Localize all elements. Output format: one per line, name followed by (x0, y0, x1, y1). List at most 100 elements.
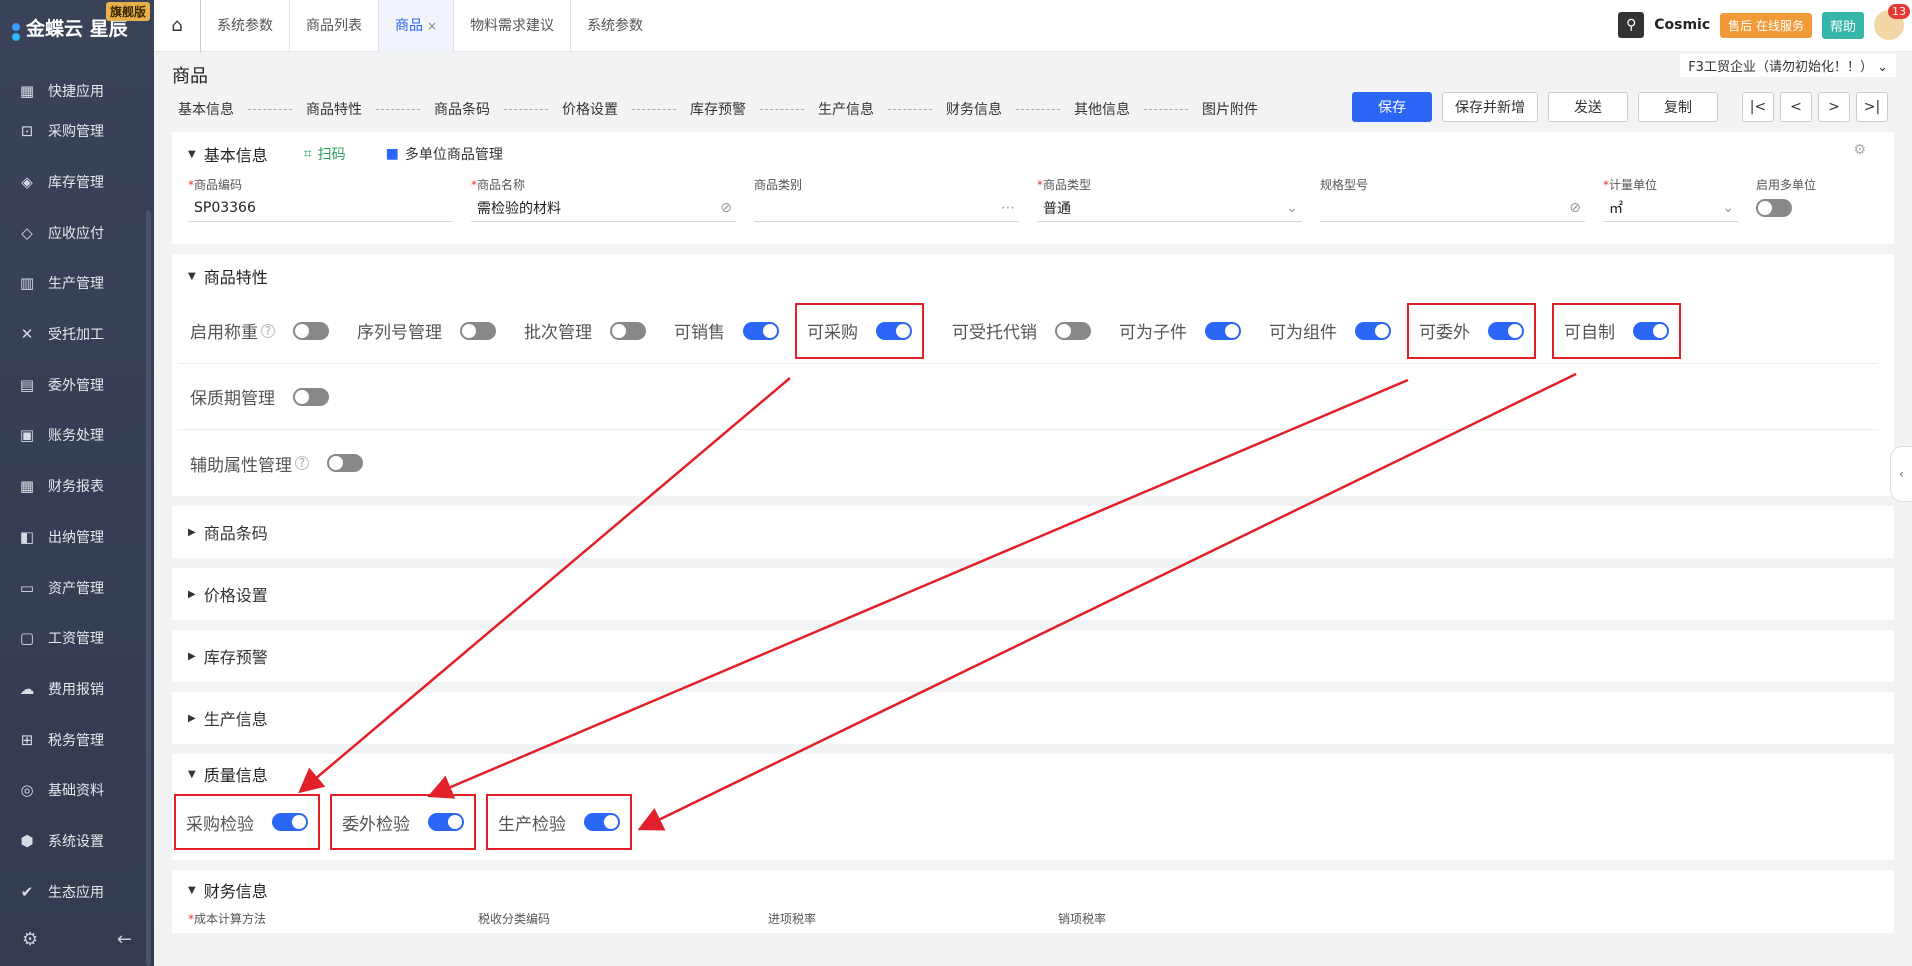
category-input[interactable]: ⋯ (754, 194, 1019, 222)
anchor-link-8[interactable]: 图片附件 (1202, 99, 1258, 119)
finance-field-2[interactable]: 进项税率 (768, 910, 1058, 927)
feature-toggle-6[interactable]: 可为子件 (1107, 303, 1253, 359)
quality-toggle-2[interactable]: 生产检验 (486, 794, 632, 850)
stock-section[interactable]: ▶ 库存预警 (172, 630, 1894, 682)
code-input[interactable]: SP03366 (188, 194, 453, 222)
feature-toggle-7-switch[interactable] (1355, 321, 1391, 340)
settings-icon[interactable]: ⚙ (22, 929, 38, 950)
features-header[interactable]: ▼ 商品特性 (188, 254, 1878, 298)
quality-header[interactable]: ▼ 质量信息 (188, 754, 1878, 794)
aux-attr-switch[interactable] (327, 454, 363, 472)
spec-input[interactable]: ⊘ (1320, 194, 1585, 222)
anchor-link-4[interactable]: 库存预警 (690, 99, 746, 119)
barcode-section[interactable]: ▶ 商品条码 (172, 506, 1894, 558)
anchor-link-0[interactable]: 基本信息 (178, 99, 234, 119)
anchor-link-3[interactable]: 价格设置 (562, 99, 618, 119)
sidebar-item-0[interactable]: ▦ 快捷应用 (0, 76, 154, 106)
feature-toggle-2[interactable]: 批次管理 (512, 303, 658, 359)
feature-toggle-4[interactable]: 可采购 (795, 302, 924, 359)
sidebar-item-11[interactable]: ▢ 工资管理 (0, 613, 154, 664)
aux-attr-toggle[interactable]: 辅助属性管理? (178, 435, 375, 491)
type-select[interactable]: 普通 ⌄ (1037, 194, 1302, 222)
next-record-icon[interactable]: > (1818, 92, 1850, 122)
panel-toggle-icon[interactable]: ‹ (1890, 446, 1912, 502)
avatar[interactable]: 13 (1874, 4, 1910, 40)
feature-toggle-9[interactable]: 可自制 (1552, 302, 1681, 359)
feature-toggle-8[interactable]: 可委外 (1407, 302, 1536, 359)
help-icon[interactable]: ? (261, 323, 275, 338)
quality-toggle-1[interactable]: 委外检验 (330, 794, 476, 850)
tab-1[interactable]: 商品列表 (289, 0, 378, 52)
sidebar-scrollbar[interactable] (146, 210, 151, 966)
save-button[interactable]: 保存 (1352, 92, 1432, 122)
feature-toggle-8-switch[interactable] (1488, 321, 1524, 340)
production-section[interactable]: ▶ 生产信息 (172, 692, 1894, 744)
anchor-link-6[interactable]: 财务信息 (946, 99, 1002, 119)
org-selector[interactable]: F3工贸企业（请勿初始化！！） ⌄ (1680, 54, 1896, 77)
tab-4[interactable]: 系统参数 (570, 0, 659, 52)
shelf-life-switch[interactable] (293, 387, 329, 406)
sidebar-item-8[interactable]: ▦ 财务报表 (0, 461, 154, 512)
sidebar-item-9[interactable]: ◧ 出纳管理 (0, 512, 154, 563)
sidebar-item-1[interactable]: ⊡ 采购管理 (0, 106, 154, 157)
sidebar-item-2[interactable]: ◈ 库存管理 (0, 157, 154, 208)
finance-header[interactable]: ▼ 财务信息 (188, 870, 1878, 910)
multi-unit-link[interactable]: ■ 多单位商品管理 (386, 144, 503, 164)
feature-toggle-0-switch[interactable] (293, 321, 329, 340)
feature-toggle-7[interactable]: 可为组件 (1257, 303, 1403, 359)
name-input[interactable]: 需检验的材料 ⊘ (471, 194, 736, 222)
basic-info-header[interactable]: ▼ 基本信息 ⌗ 扫码 ■ 多单位商品管理 (188, 132, 1878, 176)
feature-toggle-9-switch[interactable] (1633, 321, 1669, 340)
prev-record-icon[interactable]: < (1780, 92, 1812, 122)
language-icon[interactable]: ⊘ (1569, 200, 1581, 216)
sidebar-item-4[interactable]: ▥ 生产管理 (0, 258, 154, 309)
finance-field-1[interactable]: 税收分类编码 (478, 910, 768, 927)
feature-toggle-3[interactable]: 可销售 (662, 303, 791, 359)
tab-2[interactable]: 商品 × (378, 0, 454, 52)
close-icon[interactable]: × (427, 19, 437, 33)
feature-toggle-4-switch[interactable] (876, 321, 912, 340)
collapse-arrow-icon[interactable]: ← (117, 929, 132, 950)
anchor-link-1[interactable]: 商品特性 (306, 99, 362, 119)
sidebar-item-6[interactable]: ▤ 委外管理 (0, 359, 154, 410)
sidebar-item-7[interactable]: ▣ 账务处理 (0, 410, 154, 461)
sidebar-item-10[interactable]: ▭ 资产管理 (0, 562, 154, 613)
quality-toggle-0-switch[interactable] (272, 813, 308, 831)
more-icon[interactable]: ⋯ (1001, 200, 1015, 216)
help-button[interactable]: 帮助 (1821, 11, 1864, 39)
anchor-link-5[interactable]: 生产信息 (818, 99, 874, 119)
feature-toggle-1-switch[interactable] (460, 321, 496, 340)
quality-toggle-2-switch[interactable] (584, 813, 620, 831)
language-icon[interactable]: ⊘ (720, 200, 732, 216)
feature-toggle-5[interactable]: 可受托代销 (940, 303, 1103, 359)
app-logo[interactable]: 金蝶云 星辰 旗舰版 (0, 0, 154, 54)
finance-field-0[interactable]: *成本计算方法 (188, 910, 478, 927)
send-button[interactable]: 发送 (1548, 92, 1628, 122)
sidebar-item-12[interactable]: ☁ 费用报销 (0, 664, 154, 715)
sidebar-item-16[interactable]: ✔ 生态应用 (0, 866, 154, 917)
sidebar-item-5[interactable]: ✕ 受托加工 (0, 309, 154, 360)
help-icon[interactable]: ? (295, 456, 309, 470)
multi-unit-toggle[interactable] (1756, 199, 1792, 217)
price-section[interactable]: ▶ 价格设置 (172, 568, 1894, 620)
search-icon[interactable]: ⚲ (1618, 12, 1645, 38)
sidebar-item-13[interactable]: ⊞ 税务管理 (0, 714, 154, 765)
finance-field-3[interactable]: 销项税率 (1058, 910, 1348, 927)
sidebar-item-3[interactable]: ◇ 应收应付 (0, 207, 154, 258)
last-record-icon[interactable]: >| (1856, 92, 1888, 122)
save-new-button[interactable]: 保存并新增 (1442, 92, 1538, 122)
unit-select[interactable]: ㎡ ⌄ (1603, 194, 1738, 222)
cosmic-link[interactable]: Cosmic (1654, 17, 1710, 33)
first-record-icon[interactable]: |< (1742, 92, 1774, 122)
feature-toggle-3-switch[interactable] (743, 321, 779, 340)
sidebar-item-15[interactable]: ⬢ 系统设置 (0, 816, 154, 867)
gear-icon[interactable]: ⚙ (1853, 142, 1866, 158)
quality-toggle-0[interactable]: 采购检验 (174, 794, 320, 850)
feature-toggle-2-switch[interactable] (610, 321, 646, 340)
shelf-life-toggle[interactable]: 保质期管理 (178, 369, 341, 425)
feature-toggle-6-switch[interactable] (1205, 321, 1241, 340)
feature-toggle-5-switch[interactable] (1055, 321, 1091, 340)
feature-toggle-0[interactable]: 启用称重? (178, 303, 341, 359)
sidebar-item-14[interactable]: ◎ 基础资料 (0, 765, 154, 816)
copy-button[interactable]: 复制 (1638, 92, 1718, 122)
